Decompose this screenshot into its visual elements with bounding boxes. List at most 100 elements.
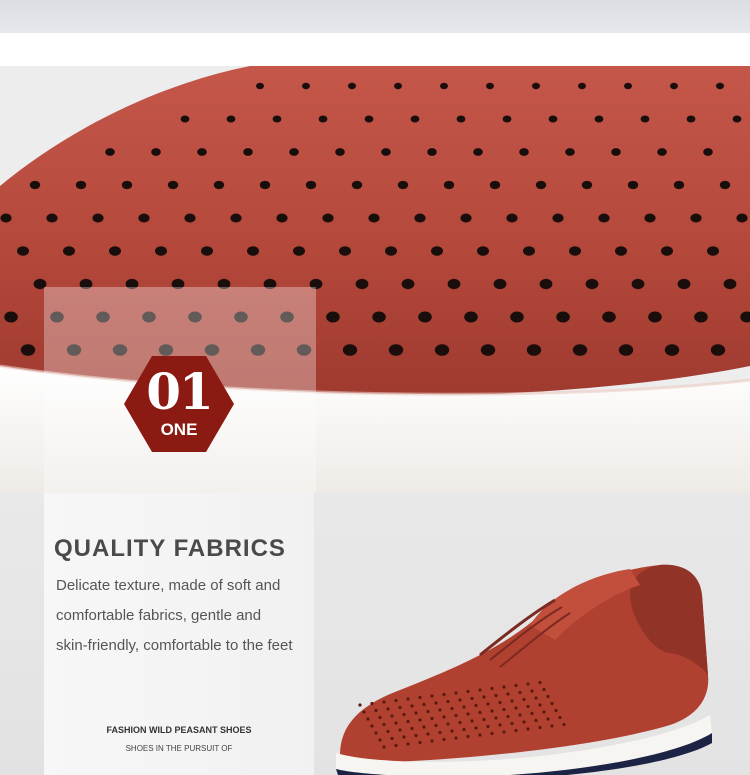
shoe-perforation-hole — [542, 710, 546, 714]
shoe-perforation-hole — [474, 726, 478, 730]
perforation-hole — [293, 246, 305, 256]
shoe-perforation-hole — [386, 707, 390, 711]
perforation-hole — [631, 278, 645, 290]
shoe-perforation-hole — [454, 736, 458, 740]
shoe-perforation-hole — [382, 745, 386, 749]
shoe-perforation-hole — [474, 703, 478, 708]
shoe-perforation-hole — [430, 716, 434, 721]
perforation-hole — [259, 180, 271, 190]
shoe-perforation-hole — [478, 688, 482, 692]
perforation-hole — [611, 148, 621, 156]
perforation-hole — [443, 180, 455, 190]
tagline-primary: FASHION WILD PEASANT SHOES — [106, 725, 252, 735]
perforation-hole — [289, 148, 299, 156]
shoe-perforation-hole — [526, 704, 530, 709]
shoe-perforation-hole — [394, 721, 398, 725]
shoe-perforation-hole — [518, 690, 522, 695]
shoe-perforation-hole — [510, 699, 514, 703]
feature-description-line-3: skin-friendly, comfortable to the feet — [56, 637, 293, 654]
perforation-hole — [0, 213, 12, 223]
perforation-hole — [556, 311, 570, 323]
shoe-perforation-hole — [494, 716, 498, 720]
perforation-hole — [348, 82, 356, 90]
perforation-hole — [602, 311, 616, 323]
perforation-hole — [305, 180, 317, 190]
perforation-hole — [506, 213, 518, 223]
perforation-hole — [548, 115, 558, 123]
shoe-perforation-hole — [382, 722, 386, 727]
shoe-perforation-hole — [406, 742, 410, 746]
shoe-perforation-hole — [562, 722, 566, 727]
perforation-hole — [256, 82, 264, 90]
shoe-perforation-hole — [554, 708, 558, 713]
perforation-hole — [335, 148, 345, 156]
shoe-perforation-hole — [422, 702, 426, 707]
shoe-perforation-hole — [414, 711, 418, 715]
top-strip-banner — [0, 0, 750, 33]
shoe-perforation-hole — [490, 709, 494, 713]
shoe-perforation-hole — [494, 693, 498, 698]
perforation-hole — [247, 246, 259, 256]
shoe-perforation-hole — [422, 725, 426, 729]
perforation-hole — [572, 344, 588, 356]
perforation-hole — [493, 278, 507, 290]
shoe-perforation-hole — [530, 689, 534, 693]
shoe-perforation-hole — [454, 691, 458, 695]
shoe-perforation-hole — [398, 728, 402, 732]
shoe-perforation-hole — [374, 708, 378, 713]
perforation-hole — [276, 213, 288, 223]
perforation-hole — [180, 115, 190, 123]
perforation-hole — [615, 246, 627, 256]
shoe-perforation-hole — [398, 705, 402, 710]
perforation-hole — [431, 246, 443, 256]
shoe-perforation-hole — [486, 724, 490, 729]
shoe-perforation-hole — [466, 689, 470, 694]
perforation-hole — [532, 82, 540, 90]
shoe-perforation-hole — [434, 701, 438, 705]
perforation-hole — [418, 311, 432, 323]
perforation-hole — [318, 115, 328, 123]
perforation-hole — [201, 246, 213, 256]
perforation-hole — [624, 82, 632, 90]
shoe-perforation-hole — [458, 720, 462, 725]
perforation-hole — [594, 115, 604, 123]
perforation-hole — [368, 213, 380, 223]
perforation-hole — [372, 311, 386, 323]
perforation-hole — [20, 344, 36, 356]
tagline-secondary: SHOES IN THE PURSUIT OF — [125, 744, 233, 753]
perforation-hole — [673, 180, 685, 190]
perforation-hole — [46, 213, 58, 223]
feature-description-line-1: Delicate texture, made of soft and — [56, 577, 281, 594]
shoe-perforation-hole — [526, 727, 530, 731]
feature-number: 01 — [146, 362, 214, 421]
shoe-perforation-hole — [418, 695, 422, 700]
shoe-perforation-hole — [390, 714, 394, 718]
perforation-hole — [410, 115, 420, 123]
shoe-perforation-hole — [438, 730, 442, 735]
perforation-hole — [105, 148, 115, 156]
perforation-hole — [440, 82, 448, 90]
shoe-perforation-hole — [418, 740, 422, 745]
perforation-hole — [17, 246, 29, 256]
perforation-hole — [351, 180, 363, 190]
perforation-hole — [342, 344, 358, 356]
perforation-hole — [138, 213, 150, 223]
perforation-hole — [63, 246, 75, 256]
shoe-perforation-hole — [438, 708, 442, 712]
shoe-perforation-hole — [362, 710, 366, 714]
perforation-hole — [694, 311, 708, 323]
perforation-hole — [565, 148, 575, 156]
shoe-perforation-hole — [446, 699, 450, 704]
shoe-perforation-hole — [490, 731, 494, 736]
shoe-perforation-hole — [378, 738, 382, 742]
shoe-perforation-hole — [522, 720, 526, 724]
perforation-hole — [732, 115, 742, 123]
perforation-hole — [197, 148, 207, 156]
perforation-hole — [618, 344, 634, 356]
shoe-perforation-hole — [402, 712, 406, 717]
shoe-perforation-hole — [550, 701, 554, 706]
shoe-perforation-hole — [442, 737, 446, 742]
shoe-perforation-hole — [370, 724, 374, 728]
shoe-perforation-hole — [450, 729, 454, 733]
shoe-perforation-hole — [390, 736, 394, 741]
